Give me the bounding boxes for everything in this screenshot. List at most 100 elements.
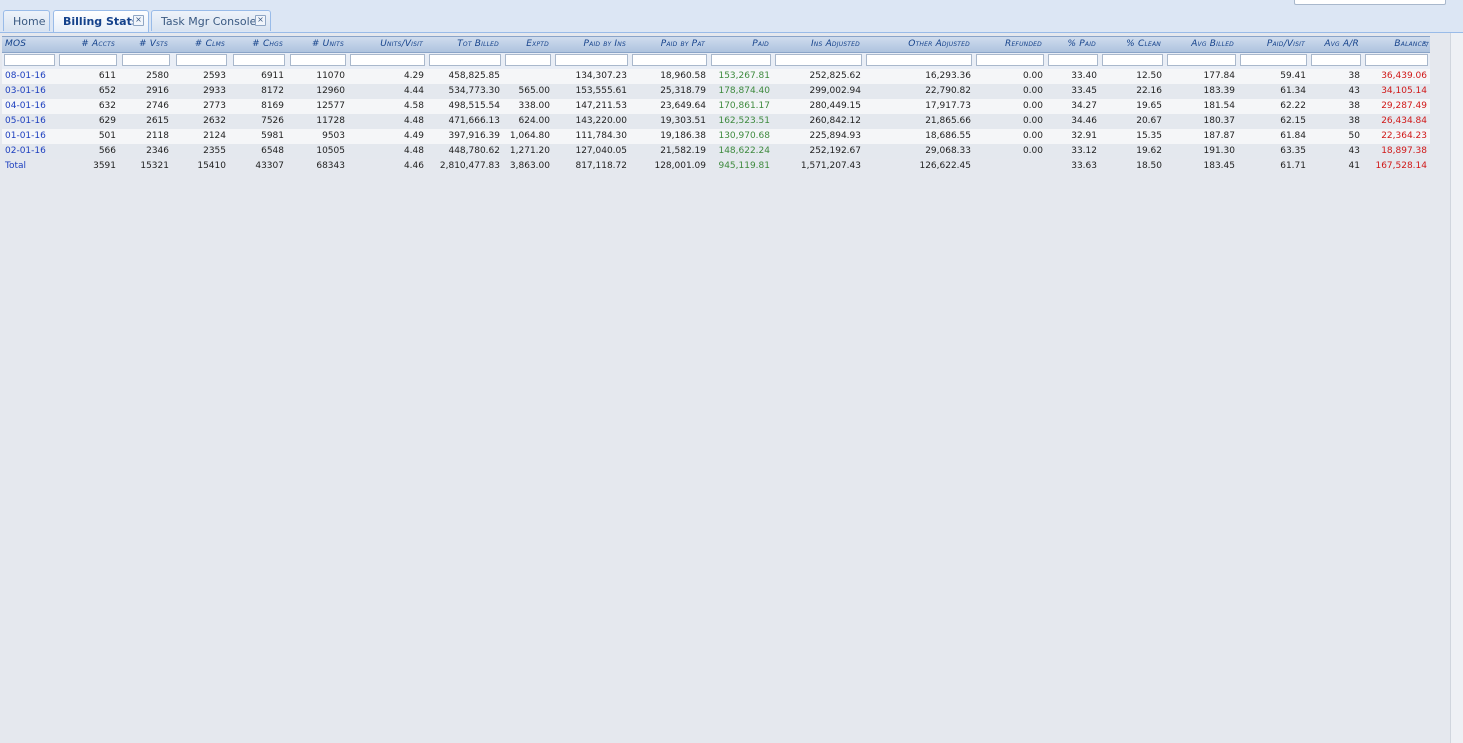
column-filter-input[interactable] <box>711 54 771 66</box>
tab-home[interactable]: Home <box>3 10 50 31</box>
row-mos-link[interactable]: 01-01-16 <box>2 129 57 144</box>
column-header[interactable]: % Clean <box>1100 37 1165 52</box>
table-row[interactable]: 03-01-16 652 2916 2933 8172 12960 4.44 534,773.… <box>2 84 1430 99</box>
table-cell: 29,287.49 <box>1381 101 1427 111</box>
table-cell: 2773 <box>203 101 226 111</box>
column-header[interactable]: Refunded <box>974 37 1046 52</box>
column-header[interactable]: Ins Adjusted <box>773 37 864 52</box>
filter-row <box>2 53 1430 69</box>
column-filter-input[interactable] <box>1311 54 1361 66</box>
table-cell: 652 <box>98 86 116 96</box>
column-filter-input[interactable] <box>429 54 501 66</box>
column-header[interactable]: Paid <box>709 37 773 52</box>
column-filter-input[interactable] <box>976 54 1044 66</box>
column-filter-input[interactable] <box>1240 54 1307 66</box>
column-header[interactable]: # Clms <box>174 37 229 52</box>
table-cell: 12.50 <box>1136 71 1162 81</box>
column-filter-input[interactable] <box>505 54 551 66</box>
column-filter-input[interactable] <box>1365 54 1428 66</box>
close-icon[interactable]: × <box>133 15 144 26</box>
table-cell: 12960 <box>316 86 345 96</box>
row-mos-link[interactable]: Total <box>2 159 57 174</box>
column-filter-input[interactable] <box>632 54 707 66</box>
column-header[interactable]: # Accts <box>57 37 119 52</box>
column-filter-input[interactable] <box>866 54 972 66</box>
table-cell: 0.00 <box>1022 131 1043 141</box>
table-cell: 22,790.82 <box>925 86 971 96</box>
table-row[interactable]: 05-01-16 629 2615 2632 7526 11728 4.48 471,666.… <box>2 114 1430 129</box>
column-header[interactable]: # Units <box>288 37 348 52</box>
table-cell: 50 <box>1348 131 1360 141</box>
column-filter-input[interactable] <box>1102 54 1163 66</box>
grid-body: 08-01-16 611 2580 2593 6911 11070 4.29 458,825.… <box>2 69 1430 174</box>
column-header[interactable]: Paid by Pat <box>630 37 709 52</box>
column-header-label: % Paid <box>1067 39 1096 49</box>
table-cell: 0.00 <box>1022 101 1043 111</box>
column-header[interactable]: Avg Billed <box>1165 37 1238 52</box>
column-filter-input[interactable] <box>59 54 117 66</box>
column-header-label: Paid <box>752 39 769 49</box>
table-cell: 61.84 <box>1280 131 1306 141</box>
column-filter-input[interactable] <box>1048 54 1098 66</box>
vertical-scrollbar[interactable] <box>1450 33 1463 743</box>
row-mos-link[interactable]: 05-01-16 <box>2 114 57 129</box>
table-cell: 2,810,477.83 <box>439 161 500 171</box>
total-row[interactable]: Total 3591 15321 15410 43307 68343 4.46 2,810,4… <box>2 159 1430 174</box>
column-filter-input[interactable] <box>775 54 862 66</box>
table-cell: 4.48 <box>403 116 424 126</box>
column-header[interactable]: # Vsts <box>120 37 172 52</box>
table-cell: 178,874.40 <box>718 86 770 96</box>
row-mos-link[interactable]: 02-01-16 <box>2 144 57 159</box>
table-cell: 448,780.62 <box>448 146 500 156</box>
top-search-field[interactable] <box>1294 0 1446 5</box>
table-row[interactable]: 08-01-16 611 2580 2593 6911 11070 4.29 458,825.… <box>2 69 1430 84</box>
table-cell: 8169 <box>261 101 284 111</box>
column-filter-input[interactable] <box>176 54 227 66</box>
column-header[interactable]: Paid/Visit <box>1238 37 1309 52</box>
column-header[interactable]: Exptd <box>503 37 553 52</box>
table-cell: 498,515.54 <box>448 101 500 111</box>
column-header[interactable]: MOS <box>2 37 57 52</box>
row-mos-link[interactable]: 03-01-16 <box>2 84 57 99</box>
tab-task-mgr-console[interactable]: Task Mgr Console* × <box>151 10 271 31</box>
column-filter-input[interactable] <box>350 54 425 66</box>
close-icon[interactable]: × <box>255 15 266 26</box>
table-cell: 15.35 <box>1136 131 1162 141</box>
row-mos-link[interactable]: 08-01-16 <box>2 69 57 84</box>
table-cell: 0.00 <box>1022 116 1043 126</box>
column-filter-input[interactable] <box>122 54 170 66</box>
table-cell: 33.40 <box>1071 71 1097 81</box>
column-header-label: Balance <box>1394 39 1426 49</box>
column-header[interactable]: Avg A/R <box>1309 37 1363 52</box>
table-cell: 945,119.81 <box>718 161 770 171</box>
sort-desc-icon[interactable]: ▿ <box>1424 37 1429 52</box>
column-header-label: # Accts <box>81 39 115 49</box>
column-header[interactable]: Units/Visit <box>348 37 427 52</box>
column-header[interactable]: Balance ▿ <box>1363 37 1430 52</box>
table-row[interactable]: 02-01-16 566 2346 2355 6548 10505 4.48 448,780.… <box>2 144 1430 159</box>
table-cell: 170,861.17 <box>718 101 770 111</box>
table-cell: 2355 <box>203 146 226 156</box>
column-header[interactable]: Paid by Ins <box>553 37 630 52</box>
table-row[interactable]: 04-01-16 632 2746 2773 8169 12577 4.58 498,515.… <box>2 99 1430 114</box>
table-cell: 29,068.33 <box>925 146 971 156</box>
row-mos-link[interactable]: 04-01-16 <box>2 99 57 114</box>
column-filter-input[interactable] <box>233 54 285 66</box>
column-header[interactable]: Other Adjusted <box>864 37 974 52</box>
tab-billing-stats[interactable]: Billing Stats × <box>53 10 149 32</box>
column-filter-input[interactable] <box>555 54 628 66</box>
column-header[interactable]: Tot Billed <box>427 37 503 52</box>
table-cell: 1,064.80 <box>509 131 550 141</box>
column-filter-input[interactable] <box>1167 54 1236 66</box>
column-filter-input[interactable] <box>290 54 346 66</box>
table-cell: 111,784.30 <box>575 131 627 141</box>
table-row[interactable]: 01-01-16 501 2118 2124 5981 9503 4.49 397,916.3… <box>2 129 1430 144</box>
table-cell: 62.22 <box>1280 101 1306 111</box>
column-header-label: Units/Visit <box>380 39 423 49</box>
table-cell: 167,528.14 <box>1375 161 1427 171</box>
column-header[interactable]: % Paid <box>1046 37 1100 52</box>
column-filter-input[interactable] <box>4 54 55 66</box>
table-cell: 2346 <box>146 146 169 156</box>
table-cell: 16,293.36 <box>925 71 971 81</box>
column-header[interactable]: # Chgs <box>231 37 287 52</box>
